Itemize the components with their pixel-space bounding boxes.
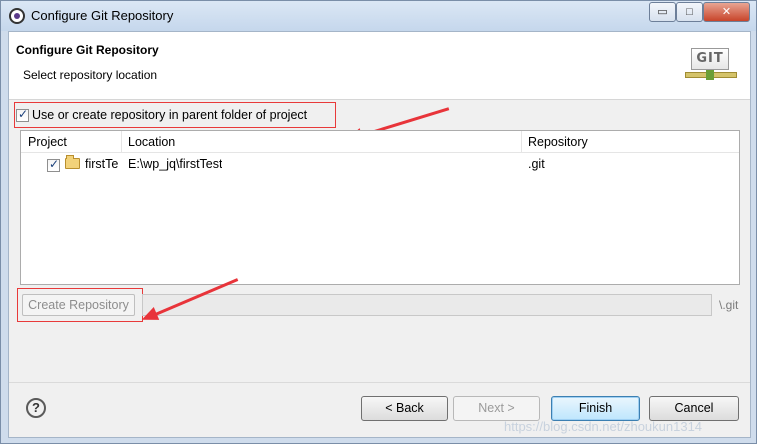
dialog-content: Configure Git Repository Select reposito…	[8, 31, 751, 438]
column-header-repository[interactable]: Repository	[528, 135, 588, 149]
next-button[interactable]: Next >	[453, 396, 540, 421]
minimize-button[interactable]: ▭	[649, 2, 676, 22]
use-parent-folder-label[interactable]: Use or create repository in parent folde…	[32, 108, 307, 122]
help-icon[interactable]: ?	[26, 398, 46, 418]
folder-icon	[65, 155, 80, 169]
maximize-button[interactable]: □	[676, 2, 703, 22]
dialog-window: Configure Git Repository ▭ □ ✕ Configure…	[0, 0, 757, 444]
column-header-project[interactable]: Project	[28, 135, 67, 149]
git-logo-icon: GIT	[685, 46, 743, 84]
app-icon	[9, 8, 25, 24]
projects-table[interactable]: Project Location Repository firstTe E:\w…	[20, 130, 740, 285]
use-parent-folder-checkbox[interactable]	[16, 107, 29, 122]
repository-path-field[interactable]	[142, 294, 712, 316]
wizard-header: Configure Git Repository Select reposito…	[9, 32, 750, 100]
footer-divider	[9, 382, 750, 383]
project-repository: .git	[528, 157, 545, 171]
git-logo-text: GIT	[691, 48, 729, 70]
back-button[interactable]: < Back	[361, 396, 448, 421]
column-divider[interactable]	[121, 131, 122, 153]
window-title: Configure Git Repository	[31, 8, 174, 23]
close-button[interactable]: ✕	[703, 2, 750, 22]
column-header-location[interactable]: Location	[128, 135, 175, 149]
column-divider[interactable]	[521, 131, 522, 153]
project-name: firstTe	[85, 157, 119, 171]
project-checkbox[interactable]	[47, 157, 60, 172]
git-logo-bar	[685, 70, 737, 80]
title-bar[interactable]: Configure Git Repository ▭ □ ✕	[1, 1, 756, 31]
create-repository-button[interactable]: Create Repository	[22, 294, 135, 316]
cancel-button[interactable]: Cancel	[649, 396, 739, 421]
page-title: Configure Git Repository	[16, 43, 159, 57]
table-header: Project Location Repository	[21, 131, 739, 153]
project-location: E:\wp_jq\firstTest	[128, 157, 223, 171]
table-row[interactable]: firstTe E:\wp_jq\firstTest .git	[21, 154, 739, 174]
repository-path-suffix: \.git	[719, 298, 739, 312]
watermark-text: https://blog.csdn.net/zhoukun1314	[504, 419, 703, 434]
finish-button[interactable]: Finish	[551, 396, 640, 421]
page-subtitle: Select repository location	[23, 68, 158, 82]
